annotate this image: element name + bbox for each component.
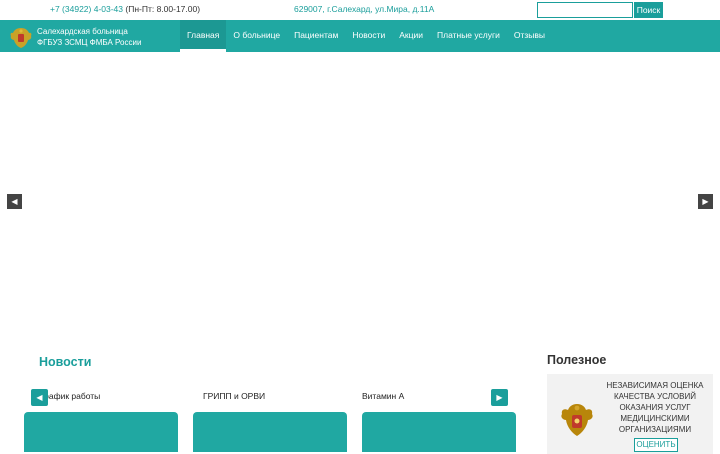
nav-item-home[interactable]: Главная (180, 20, 227, 52)
hero-slider: ◀ ▶ (0, 52, 720, 344)
news-card[interactable] (362, 412, 516, 452)
news-next-button[interactable]: ▶ (491, 389, 508, 406)
chevron-right-icon: ▶ (496, 393, 503, 402)
contact-phone: +7 (34922) 4-03-43 (Пн-Пт: 8.00-17.00) (50, 4, 200, 14)
search-input[interactable] (537, 2, 633, 18)
main-navbar: Салехардская больница ФГБУЗ ЗСМЦ ФМБА Ро… (0, 20, 720, 52)
phone-number-link[interactable]: +7 (34922) 4-03-43 (50, 4, 123, 14)
news-card[interactable] (24, 412, 178, 452)
news-section-title: Новости (39, 355, 92, 369)
news-card[interactable] (193, 412, 347, 452)
double-headed-eagle-emblem-icon (561, 404, 593, 436)
nav-item-reviews[interactable]: Отзывы (507, 20, 552, 52)
news-card-title[interactable]: График работы (40, 391, 100, 401)
brand-line-1: Салехардская больница (37, 27, 128, 36)
news-card-title[interactable]: Витамин А (362, 391, 404, 401)
brand-line-2: ФГБУЗ ЗСМЦ ФМБА России (37, 38, 142, 47)
brand-name[interactable]: Салехардская больница ФГБУЗ ЗСМЦ ФМБА Ро… (37, 26, 141, 48)
slider-prev-button[interactable]: ◀ (7, 194, 22, 209)
nav-item-promotions[interactable]: Акции (392, 20, 430, 52)
slider-next-button[interactable]: ▶ (698, 194, 713, 209)
address-link[interactable]: 629007, г.Салехард, ул.Мира, д.11А (294, 4, 434, 14)
search-button[interactable]: Поиск (634, 2, 663, 18)
coat-of-arms-icon[interactable] (8, 25, 34, 51)
phone-hours: (Пн-Пт: 8.00-17.00) (123, 4, 201, 14)
news-prev-button[interactable]: ◀ (31, 389, 48, 406)
chevron-left-icon: ◀ (36, 393, 43, 402)
nav-item-paid-services[interactable]: Платные услуги (430, 20, 507, 52)
news-card-title[interactable]: ГРИПП и ОРВИ (203, 391, 265, 401)
quality-assessment-banner[interactable]: НЕЗАВИСИМАЯ ОЦЕНКА КАЧЕСТВА УСЛОВИЙ ОКАЗ… (547, 374, 713, 454)
nav-item-news[interactable]: Новости (345, 20, 392, 52)
top-bar: +7 (34922) 4-03-43 (Пн-Пт: 8.00-17.00) 6… (0, 0, 720, 20)
nav-item-patients[interactable]: Пациентам (287, 20, 345, 52)
quality-assessment-text: НЕЗАВИСИМАЯ ОЦЕНКА КАЧЕСТВА УСЛОВИЙ ОКАЗ… (606, 381, 704, 434)
nav-menu: Главная О больнице Пациентам Новости Акц… (180, 20, 552, 52)
nav-item-about[interactable]: О больнице (226, 20, 287, 52)
chevron-right-icon: ▶ (702, 197, 709, 206)
chevron-left-icon: ◀ (11, 197, 18, 206)
useful-section-title: Полезное (547, 353, 607, 367)
